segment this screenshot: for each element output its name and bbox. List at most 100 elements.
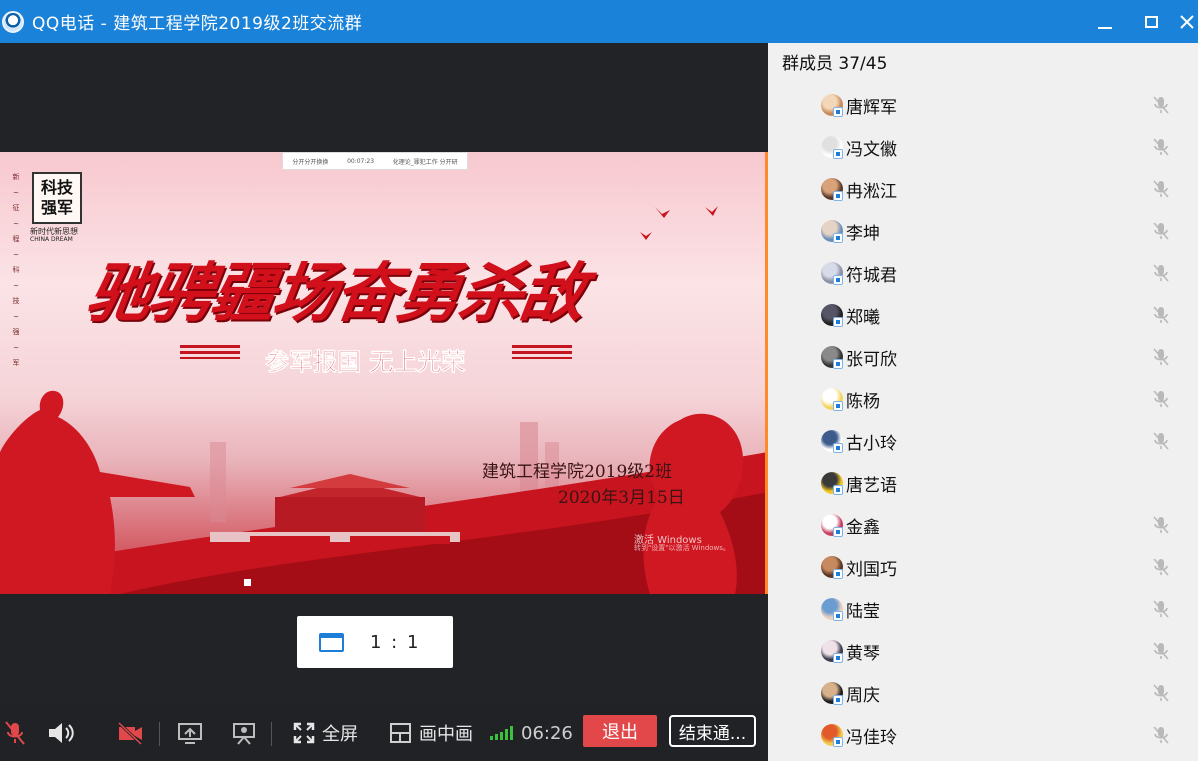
group-name: 建筑工程学院2019级2班交流群 bbox=[113, 14, 363, 34]
mic-muted-icon bbox=[1153, 432, 1169, 450]
member-device-badge-icon bbox=[833, 191, 843, 201]
mic-muted-icon bbox=[1153, 138, 1169, 156]
slide-top-left: 分开分开换换 bbox=[292, 158, 329, 166]
call-toolbar: 全屏 画中画 06:26 退出 结束通... bbox=[0, 705, 768, 761]
member-device-badge-icon bbox=[833, 695, 843, 705]
member-name: 黄琴 bbox=[846, 643, 880, 664]
close-icon bbox=[1180, 14, 1194, 29]
mic-muted-icon bbox=[1153, 264, 1169, 282]
member-device-badge-icon bbox=[833, 569, 843, 579]
member-device-badge-icon bbox=[833, 737, 843, 747]
picture-in-picture-icon bbox=[390, 723, 411, 743]
member-name: 张可欣 bbox=[846, 349, 897, 370]
member-row[interactable]: 冯佳玲 bbox=[768, 714, 1198, 756]
slide-top-right: 化理论_罪犯工作 分开研 bbox=[392, 158, 458, 166]
member-device-badge-icon bbox=[833, 359, 843, 369]
slide-badge: 科技强军 bbox=[32, 172, 82, 224]
ratio-button[interactable]: 1 : 1 bbox=[297, 616, 453, 668]
member-row[interactable]: 唐辉军 bbox=[768, 84, 1198, 126]
maximize-button[interactable] bbox=[1128, 0, 1174, 43]
member-name: 郑曦 bbox=[846, 307, 880, 328]
toolbar-separator bbox=[159, 722, 160, 746]
member-device-badge-icon bbox=[833, 149, 843, 159]
slide-top-bar: 分开分开换换 00:07:23 化理论_罪犯工作 分开研 bbox=[282, 152, 468, 170]
exit-button[interactable]: 退出 bbox=[583, 715, 657, 747]
minimize-icon bbox=[1098, 26, 1112, 29]
member-row[interactable]: 冉淞江 bbox=[768, 168, 1198, 210]
pip-button[interactable]: 画中画 bbox=[389, 705, 473, 761]
member-device-badge-icon bbox=[833, 275, 843, 285]
minimize-button[interactable] bbox=[1082, 0, 1128, 43]
slide-badge-english: CHINA DREAM bbox=[30, 236, 73, 243]
member-row[interactable]: 黄琴 bbox=[768, 630, 1198, 672]
member-device-badge-icon bbox=[833, 653, 843, 663]
member-row[interactable]: 金鑫 bbox=[768, 504, 1198, 546]
member-row[interactable]: 陆莹 bbox=[768, 588, 1198, 630]
video-area[interactable]: 分开分开换换 00:07:23 化理论_罪犯工作 分开研 新~征~程~科~技~强… bbox=[0, 43, 768, 705]
member-row[interactable]: 符城君 bbox=[768, 252, 1198, 294]
member-device-badge-icon bbox=[833, 527, 843, 537]
end-call-button[interactable]: 结束通... bbox=[669, 715, 756, 747]
member-device-badge-icon bbox=[833, 443, 843, 453]
ratio-label: 1 : 1 bbox=[370, 631, 421, 653]
mic-muted-icon bbox=[1153, 684, 1169, 702]
member-row[interactable]: 古小玲 bbox=[768, 420, 1198, 462]
toolbar-separator bbox=[271, 722, 272, 746]
fullscreen-label: 全屏 bbox=[322, 724, 358, 745]
shared-screen[interactable]: 分开分开换换 00:07:23 化理论_罪犯工作 分开研 新~征~程~科~技~强… bbox=[0, 152, 768, 594]
mic-muted-icon bbox=[5, 721, 25, 745]
slide-badge-text: 科技强军 bbox=[40, 178, 73, 217]
fullscreen-button[interactable]: 全屏 bbox=[292, 705, 358, 761]
member-row[interactable]: 陈杨 bbox=[768, 378, 1198, 420]
mic-muted-icon bbox=[1153, 306, 1169, 324]
member-row[interactable]: 周庆 bbox=[768, 672, 1198, 714]
mic-muted-icon bbox=[1153, 348, 1169, 366]
title-separator: - bbox=[94, 14, 114, 34]
member-name: 唐艺语 bbox=[846, 475, 897, 496]
camera-off-icon bbox=[117, 721, 143, 746]
screen-share-button[interactable] bbox=[176, 705, 204, 761]
fullscreen-icon bbox=[293, 722, 315, 744]
member-row[interactable]: 李坤 bbox=[768, 210, 1198, 252]
cursor-marker bbox=[244, 579, 251, 586]
member-row[interactable]: 张可欣 bbox=[768, 336, 1198, 378]
qq-call-window: QQ电话 - 建筑工程学院2019级2班交流群 分开分开换换 00:07:23 … bbox=[0, 0, 1198, 761]
mic-muted-icon bbox=[1153, 558, 1169, 576]
mic-muted-icon bbox=[1153, 96, 1169, 114]
member-panel: 群成员 37/45 唐辉军 冯文徽 冉淞江 李坤 符城君 郑曦 张可欣 陈杨 古小玲 唐艺语 金鑫刘… bbox=[768, 43, 1198, 761]
vertical-slogan: 新~征~程~科~技~强~军 bbox=[12, 173, 20, 367]
member-device-badge-icon bbox=[833, 401, 843, 411]
member-device-badge-icon bbox=[833, 317, 843, 327]
maximize-icon bbox=[1144, 15, 1158, 28]
member-device-badge-icon bbox=[833, 485, 843, 495]
mic-muted-icon bbox=[1153, 516, 1169, 534]
member-name: 古小玲 bbox=[846, 433, 897, 454]
mic-muted-icon bbox=[1153, 600, 1169, 618]
decorative-lines-left bbox=[180, 345, 240, 359]
slide-class-name: 建筑工程学院2019级2班 bbox=[482, 462, 673, 482]
member-row[interactable]: 冯文徽 bbox=[768, 126, 1198, 168]
signal-strength-icon bbox=[490, 726, 513, 740]
member-name: 冯文徽 bbox=[846, 139, 897, 160]
close-button[interactable] bbox=[1176, 0, 1198, 43]
title-bar: QQ电话 - 建筑工程学院2019级2班交流群 bbox=[0, 0, 1198, 43]
member-name: 冯佳玲 bbox=[846, 727, 897, 748]
call-status: 06:26 bbox=[490, 705, 573, 761]
member-device-badge-icon bbox=[833, 107, 843, 117]
member-device-badge-icon bbox=[833, 611, 843, 621]
camera-off-button[interactable] bbox=[116, 705, 144, 761]
mic-muted-icon bbox=[1153, 390, 1169, 408]
member-name: 陆莹 bbox=[846, 601, 880, 622]
slide-headline: 驰骋疆场奋勇杀敌 bbox=[81, 256, 589, 331]
qq-logo-icon bbox=[2, 10, 24, 33]
mic-muted-button[interactable] bbox=[4, 705, 26, 761]
member-name: 符城君 bbox=[846, 265, 897, 286]
presenter-button[interactable] bbox=[230, 705, 258, 761]
member-name: 刘国巧 bbox=[846, 559, 897, 580]
member-row[interactable]: 唐艺语 bbox=[768, 462, 1198, 504]
member-name: 李坤 bbox=[846, 223, 880, 244]
member-name: 冉淞江 bbox=[846, 181, 897, 202]
member-row[interactable]: 刘国巧 bbox=[768, 546, 1198, 588]
member-row[interactable]: 郑曦 bbox=[768, 294, 1198, 336]
speaker-button[interactable] bbox=[46, 705, 76, 761]
